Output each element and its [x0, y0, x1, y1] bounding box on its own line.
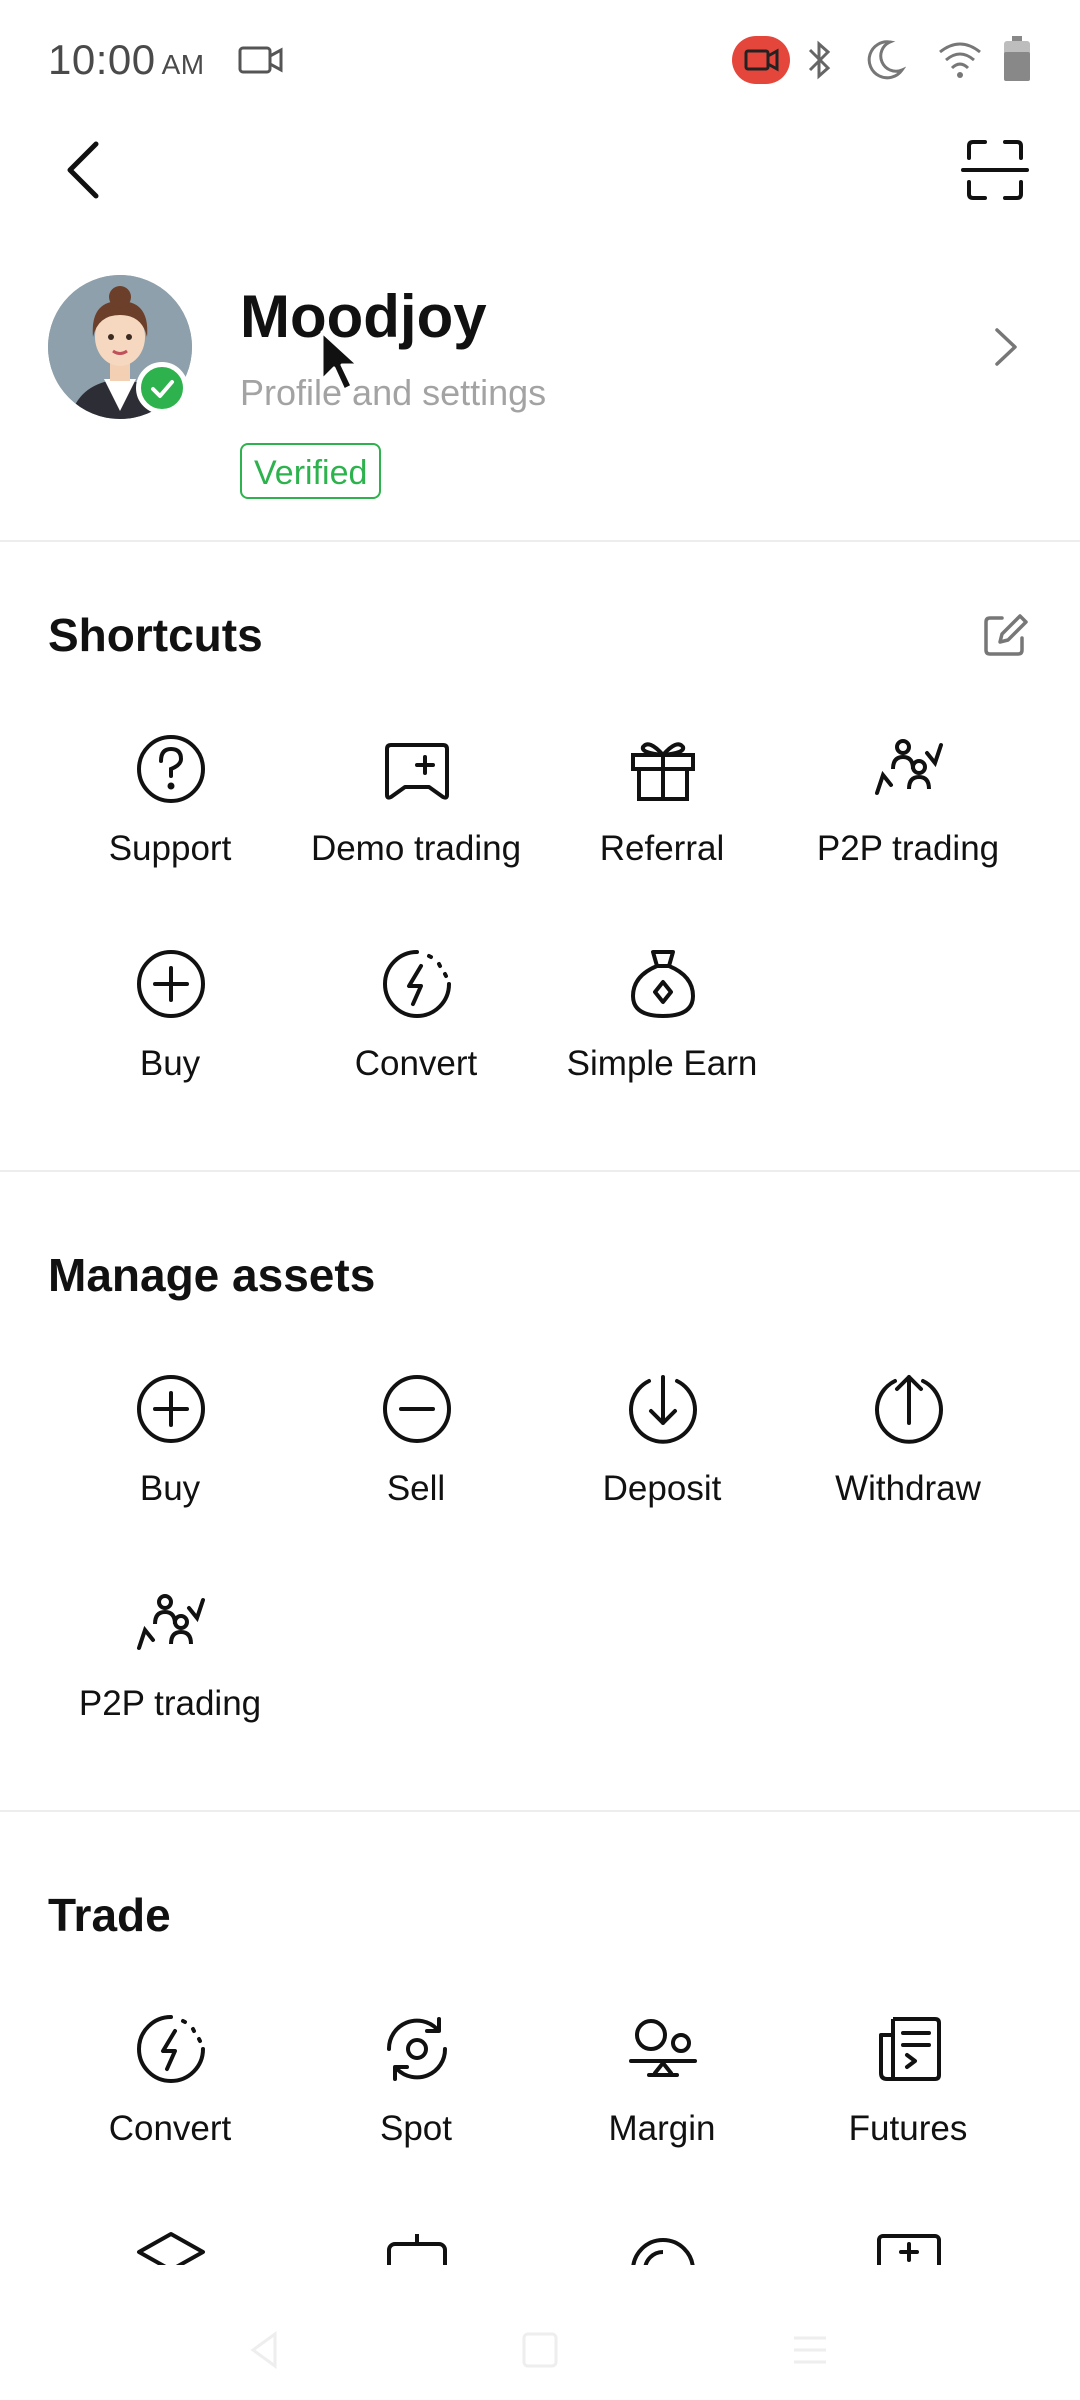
minus-circle-icon [383, 1375, 451, 1443]
gauge-icon[interactable] [627, 2230, 699, 2265]
system-nav-bar [0, 2300, 1080, 2400]
bluetooth-icon [808, 40, 831, 80]
arrow-up-circle-icon [875, 1375, 943, 1444]
profile-subtitle: Profile and settings [240, 372, 547, 413]
username: Moodjoy [240, 283, 487, 350]
asset-label: Deposit [602, 1469, 722, 1508]
asset-label: Buy [139, 1469, 201, 1508]
shortcut-convert[interactable]: Convert [293, 948, 539, 1148]
section-title-trade: Trade [48, 1889, 171, 1941]
trade-label: Convert [108, 2109, 232, 2148]
screen-record-icon [238, 46, 283, 74]
shortcut-label: Referral [599, 829, 725, 868]
convert-bolt-icon [383, 950, 451, 1018]
help-circle-icon [137, 735, 205, 803]
add-box-icon[interactable] [873, 2230, 945, 2265]
recording-indicator-icon [732, 36, 790, 84]
asset-deposit[interactable]: Deposit [539, 1373, 785, 1573]
wifi-icon [939, 42, 981, 78]
shortcut-label: Buy [139, 1044, 201, 1083]
plus-circle-icon [137, 1375, 205, 1443]
trade-row-partial [0, 2225, 1080, 2265]
divider [0, 1810, 1080, 1812]
verified-check-icon [136, 362, 188, 414]
divider [0, 540, 1080, 542]
back-button[interactable] [50, 130, 120, 210]
convert-bolt-icon [137, 2015, 205, 2083]
mouse-cursor-icon [320, 330, 360, 392]
shortcut-label: Support [108, 829, 232, 868]
trade-label: Spot [380, 2109, 452, 2148]
stack-layers-icon[interactable] [135, 2230, 207, 2265]
shortcut-buy[interactable]: Buy [47, 948, 293, 1148]
asset-label: Withdraw [835, 1469, 981, 1508]
battery-icon [1004, 36, 1030, 81]
do-not-disturb-moon-icon [867, 40, 906, 80]
money-bag-icon [630, 950, 696, 1019]
arrow-down-circle-icon [629, 1375, 697, 1444]
asset-withdraw[interactable]: Withdraw [785, 1373, 1031, 1573]
section-title-shortcuts: Shortcuts [48, 609, 263, 661]
trade-label: Futures [848, 2109, 968, 2148]
plus-circle-icon [137, 950, 205, 1018]
trade-futures[interactable]: Futures [785, 2013, 1031, 2213]
recents-menu-icon[interactable] [790, 2330, 830, 2370]
verified-badge: Verified [240, 443, 382, 499]
bot-icon[interactable] [381, 2230, 453, 2265]
home-square-icon[interactable] [520, 2330, 560, 2370]
trade-margin[interactable]: Margin [539, 2013, 785, 2213]
scan-icon [961, 140, 1029, 200]
gift-icon [631, 742, 695, 801]
p2p-users-icon [137, 1594, 205, 1650]
asset-sell[interactable]: Sell [293, 1373, 539, 1573]
shortcut-referral[interactable]: Referral [539, 733, 785, 933]
margin-scale-icon [629, 2019, 697, 2077]
scan-button[interactable] [955, 130, 1035, 210]
status-time: 10:00 AM [48, 36, 205, 83]
trade-spot[interactable]: Spot [293, 2013, 539, 2213]
back-triangle-icon[interactable] [245, 2330, 285, 2370]
asset-label: Sell [386, 1469, 446, 1508]
trade-label: Margin [608, 2109, 716, 2148]
shortcut-support[interactable]: Support [47, 733, 293, 933]
spot-rotate-icon [386, 2017, 448, 2081]
chevron-right-icon [995, 328, 1017, 366]
shortcut-label: P2P trading [816, 829, 1000, 868]
shortcut-simple-earn[interactable]: Simple Earn [539, 948, 785, 1148]
shortcut-label: Demo trading [310, 829, 522, 868]
p2p-users-icon [875, 739, 943, 795]
divider [0, 1170, 1080, 1172]
asset-label: P2P trading [78, 1684, 262, 1723]
chevron-left-icon [67, 141, 99, 199]
shortcut-label: Convert [354, 1044, 478, 1083]
gamepad-icon [385, 743, 449, 800]
edit-icon [984, 614, 1028, 656]
trade-convert[interactable]: Convert [47, 2013, 293, 2213]
asset-p2p-trading[interactable]: P2P trading [47, 1588, 293, 1788]
shortcut-p2p-trading[interactable]: P2P trading [785, 733, 1031, 933]
edit-shortcuts-button[interactable] [980, 610, 1030, 660]
section-title-manage-assets: Manage assets [48, 1249, 376, 1301]
asset-buy[interactable]: Buy [47, 1373, 293, 1573]
status-bar: 10:00 AM [0, 0, 1080, 120]
futures-doc-icon [879, 2017, 941, 2081]
shortcut-label: Simple Earn [566, 1044, 758, 1083]
shortcut-demo-trading[interactable]: Demo trading [293, 733, 539, 933]
